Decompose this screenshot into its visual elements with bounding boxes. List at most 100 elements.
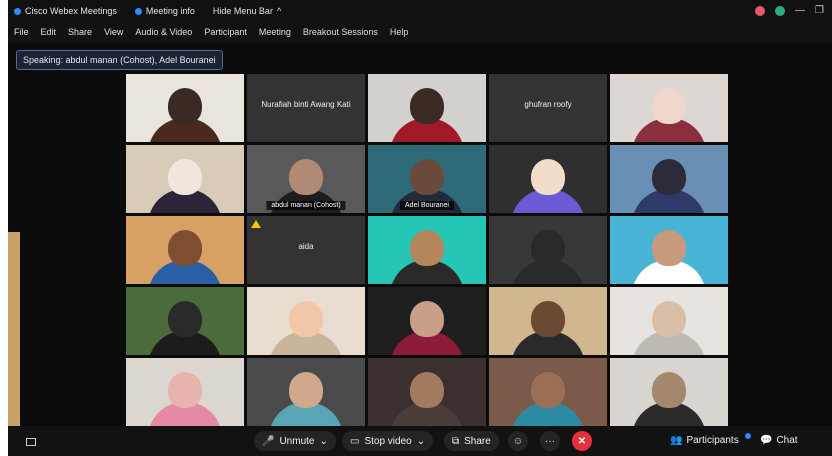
participant-tile[interactable] — [126, 216, 244, 284]
menu-item[interactable]: View — [104, 27, 123, 37]
share-icon: ⧉ — [452, 435, 460, 447]
participant-name: Nurafiah binti Awang Kati — [261, 100, 351, 109]
layout-icon[interactable] — [26, 438, 36, 446]
app-title: Cisco Webex Meetings — [14, 6, 117, 16]
participant-head — [531, 159, 565, 195]
participant-tile[interactable] — [126, 287, 244, 355]
reactions-button[interactable]: ☺ — [508, 431, 528, 451]
participant-head — [410, 301, 444, 337]
stop-video-button[interactable]: ▭ Stop video ⌄ — [342, 431, 434, 451]
avatar[interactable] — [755, 5, 766, 16]
participant-name: ghufran roofy — [524, 100, 572, 109]
share-button[interactable]: ⧉ Share — [444, 431, 499, 451]
menu-item[interactable]: Share — [68, 27, 92, 37]
participant-tile[interactable] — [368, 74, 486, 142]
minimize-icon[interactable]: — — [795, 5, 805, 16]
participants-button[interactable]: 👥 Participants — [670, 432, 751, 446]
menu-item[interactable]: Participant — [204, 27, 247, 37]
chevron-up-icon: ^ — [276, 6, 282, 16]
participant-head — [652, 230, 686, 266]
participant-name-label: Adel Bouranei — [400, 201, 454, 210]
participant-head — [168, 159, 202, 195]
maximize-icon[interactable]: ❐ — [815, 5, 824, 16]
menu-item[interactable]: File — [14, 27, 29, 37]
participant-head — [168, 301, 202, 337]
menu-item[interactable]: Edit — [41, 27, 57, 37]
participant-tile[interactable]: Nurafiah binti Awang Kati — [247, 74, 365, 142]
participant-tile[interactable]: aida — [247, 216, 365, 284]
menu-item[interactable]: Audio & Video — [135, 27, 192, 37]
participant-head — [410, 230, 444, 266]
participant-tile[interactable]: abdul manan (Cohost) — [247, 145, 365, 213]
notification-dot — [744, 432, 751, 439]
webex-logo-icon — [14, 7, 21, 15]
participant-tile[interactable] — [610, 287, 728, 355]
end-meeting-button[interactable]: ✕ — [572, 431, 592, 451]
participant-head — [652, 159, 686, 195]
participant-tile[interactable] — [368, 216, 486, 284]
menu-item[interactable]: Help — [390, 27, 409, 37]
app-name: Cisco Webex Meetings — [25, 6, 117, 16]
participant-head — [652, 301, 686, 337]
participant-tile[interactable] — [489, 358, 607, 426]
unmute-button[interactable]: 🎤 Unmute ⌄ — [254, 431, 336, 451]
participant-tile[interactable] — [126, 358, 244, 426]
participant-tile[interactable] — [247, 287, 365, 355]
participant-head — [168, 88, 202, 124]
chat-icon: 💬 — [760, 435, 773, 446]
participant-name: aida — [298, 242, 314, 251]
title-bar: Cisco Webex Meetings Meeting info Hide M… — [8, 0, 832, 22]
participant-tile[interactable] — [489, 216, 607, 284]
warning-icon — [251, 220, 261, 228]
chat-button[interactable]: 💬 Chat — [760, 435, 798, 446]
participants-label: Participants — [686, 435, 739, 446]
participant-head — [289, 372, 323, 408]
mic-muted-icon: 🎤 — [262, 435, 275, 447]
participant-tile[interactable] — [489, 145, 607, 213]
participant-head — [289, 301, 323, 337]
participants-icon: 👥 — [670, 435, 683, 446]
meeting-info-label: Meeting info — [145, 6, 195, 16]
info-icon — [134, 7, 142, 15]
hide-menu-bar-button[interactable]: Hide Menu Bar ^ — [213, 6, 281, 16]
participant-tile[interactable] — [489, 287, 607, 355]
participant-head — [531, 230, 565, 266]
participant-head — [168, 230, 202, 266]
participant-tile[interactable] — [368, 287, 486, 355]
share-label: Share — [464, 435, 491, 447]
participant-tile[interactable] — [368, 358, 486, 426]
participant-head — [410, 88, 444, 124]
participant-tile[interactable] — [610, 74, 728, 142]
unmute-label: Unmute — [279, 435, 315, 447]
participant-head — [652, 88, 686, 124]
participant-head — [652, 372, 686, 408]
hide-menu-label: Hide Menu Bar — [212, 6, 273, 16]
participant-tile[interactable] — [126, 74, 244, 142]
menu-item[interactable]: Breakout Sessions — [303, 27, 378, 37]
more-options-button[interactable]: ··· — [540, 431, 560, 451]
video-icon: ▭ — [350, 435, 360, 447]
participant-head — [531, 372, 565, 408]
participant-tile[interactable]: Adel Bouranei — [368, 145, 486, 213]
more-icon: ··· — [545, 435, 555, 447]
chevron-down-icon: ⌄ — [319, 435, 328, 447]
status-icon[interactable] — [775, 5, 786, 16]
video-grid: Nurafiah binti Awang Kati ghufran roofy ab… — [126, 74, 728, 428]
webex-window: Cisco Webex Meetings Meeting info Hide M… — [8, 0, 832, 456]
participant-name-label: abdul manan (Cohost) — [266, 201, 346, 210]
participant-tile[interactable] — [610, 358, 728, 426]
participant-head — [289, 159, 323, 195]
participant-tile[interactable] — [126, 145, 244, 213]
participant-tile[interactable] — [610, 145, 728, 213]
emoji-icon: ☺ — [512, 435, 524, 447]
meeting-info-button[interactable]: Meeting info — [134, 6, 195, 16]
menu-item[interactable]: Meeting — [259, 27, 291, 37]
stop-video-label: Stop video — [364, 435, 412, 447]
chat-label: Chat — [776, 435, 798, 446]
participant-tile[interactable] — [247, 358, 365, 426]
participant-head — [168, 372, 202, 408]
participant-tile[interactable] — [610, 216, 728, 284]
participant-tile[interactable]: ghufran roofy — [489, 74, 607, 142]
participant-head — [410, 372, 444, 408]
close-icon: ✕ — [577, 435, 587, 447]
